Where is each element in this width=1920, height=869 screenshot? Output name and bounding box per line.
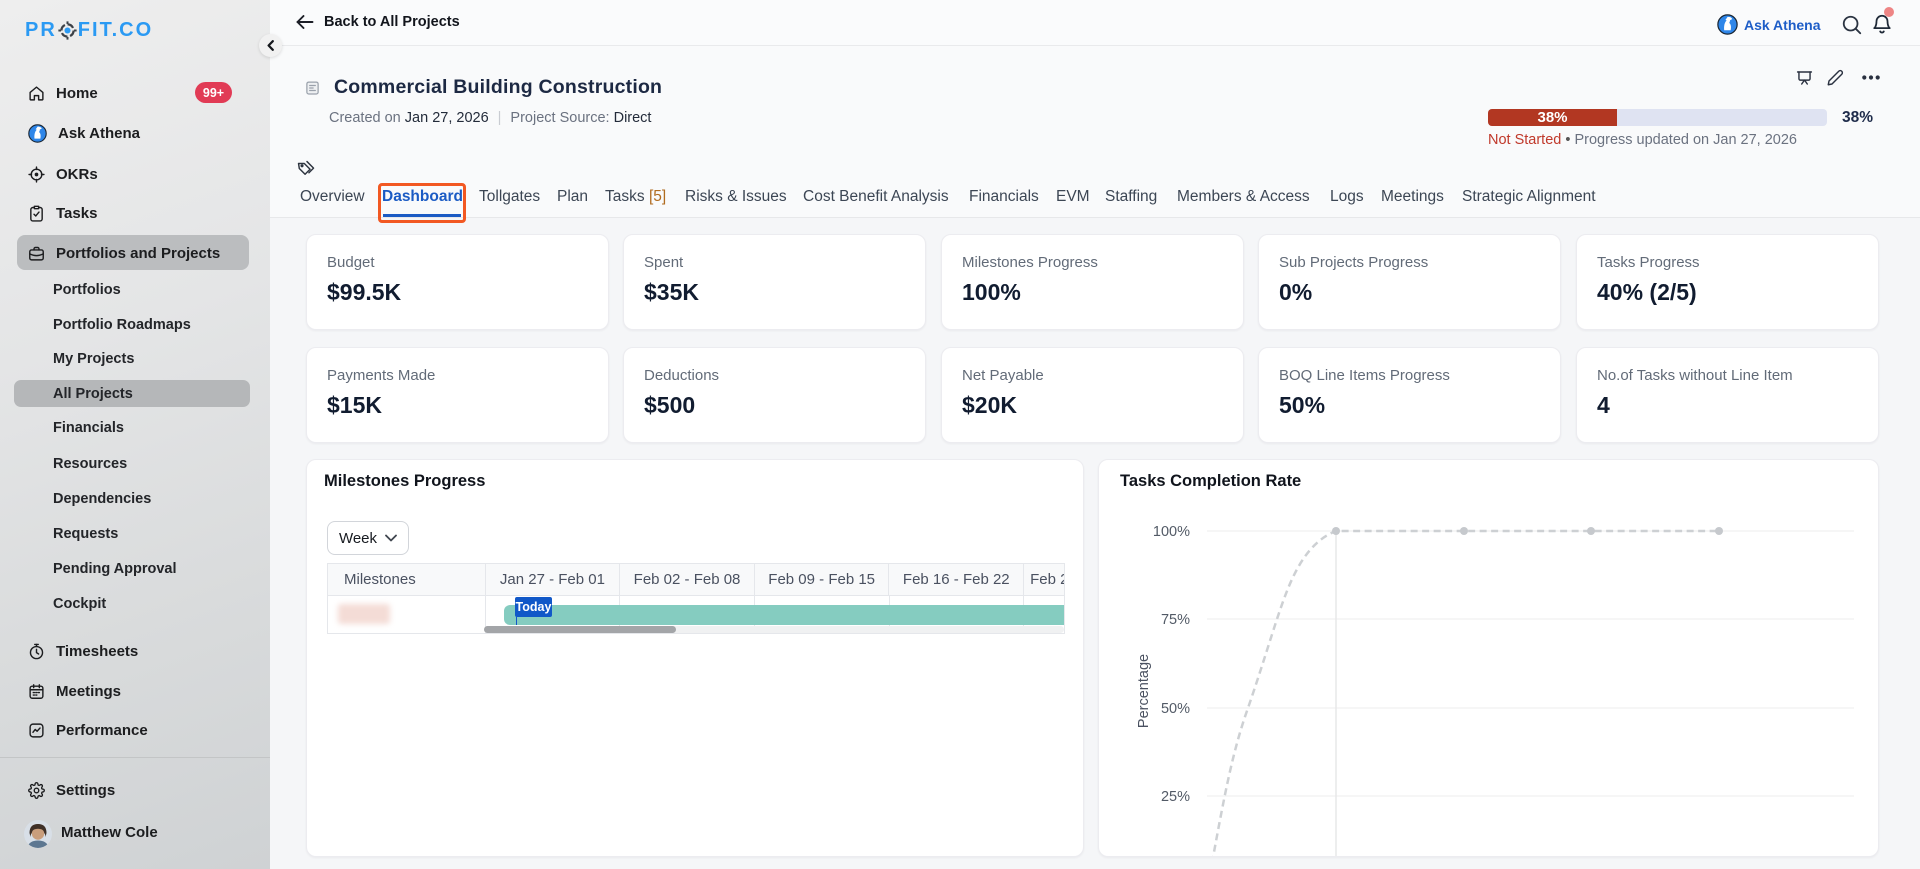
svg-text:Percentage: Percentage bbox=[1136, 654, 1152, 728]
svg-text:100%: 100% bbox=[1153, 524, 1190, 540]
svg-text:25%: 25% bbox=[1161, 789, 1190, 805]
svg-text:50%: 50% bbox=[1161, 701, 1190, 717]
svg-text:75%: 75% bbox=[1161, 612, 1190, 628]
